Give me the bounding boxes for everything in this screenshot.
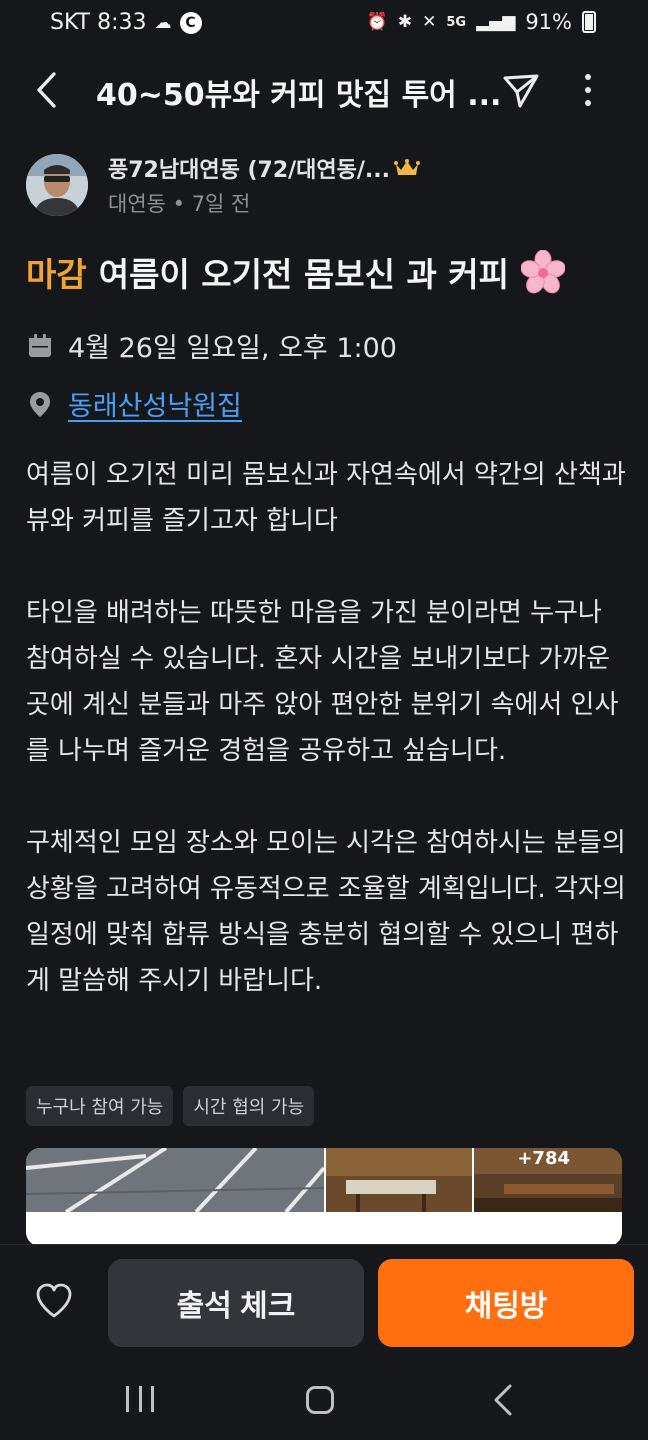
status-left: SKT 8:33 ☁ C [50, 10, 202, 35]
attendance-check-button[interactable]: 출석 체크 [108, 1259, 364, 1347]
share-icon[interactable] [500, 70, 542, 112]
bottom-action-bar: 출석 체크 채팅방 [0, 1244, 648, 1360]
status-right: ⏰ ✱ ✕ 5G ▂▄▆ 91% [367, 10, 596, 34]
weather-icon: ☁ [154, 12, 172, 33]
post-title: 마감 여름이 오기전 몸보신 과 커피 [26, 248, 626, 296]
tag-chip: 누구나 참여 가능 [26, 1086, 174, 1126]
place-photo [326, 1148, 472, 1212]
place-photo [26, 1148, 324, 1212]
chat-room-button[interactable]: 채팅방 [378, 1259, 634, 1347]
post-title-text: 여름이 오기전 몸보신 과 커피 [98, 255, 510, 294]
body-paragraph: 여름이 오기전 미리 몸보신과 자연속에서 약간의 산책과 뷰와 커피를 즐기고… [26, 460, 626, 536]
body-paragraph: 구체적인 모임 장소와 모이는 시각은 참여하시는 분들의 상황을 고려하여 유… [26, 828, 626, 996]
place-photo: +784 [474, 1148, 622, 1212]
nav-back-icon[interactable] [488, 1382, 518, 1418]
bluetooth-icon: ✱ [397, 12, 413, 32]
signal-icon: ▂▄▆ [476, 12, 516, 32]
top-app-bar: 40~50뷰와 커피 맛집 투어 ... [0, 56, 648, 124]
carrier-time: SKT 8:33 [50, 10, 147, 35]
recents-icon[interactable] [126, 1386, 154, 1414]
home-icon[interactable] [306, 1386, 334, 1414]
battery-percent: 91% [525, 10, 572, 34]
author-name-text: 풍72남대연동 (72/대연동/... [108, 158, 391, 183]
alarm-icon: ⏰ [366, 12, 388, 32]
place-link[interactable]: 동래산성낙원집 [68, 384, 242, 423]
photo-more-count: +784 [517, 1148, 570, 1169]
more-vertical-icon[interactable] [568, 68, 608, 112]
system-nav-bar [0, 1360, 648, 1440]
battery-icon [582, 11, 596, 33]
event-place: 동래산성낙원집 [26, 384, 242, 423]
event-date: 4월 26일 일요일, 오후 1:00 [26, 326, 397, 365]
page-title: 40~50뷰와 커피 맛집 투어 ... [96, 78, 502, 113]
place-card-info [26, 1212, 622, 1246]
tag-chip: 시간 협의 가능 [183, 1086, 315, 1126]
calendar-icon [26, 332, 54, 360]
location-pin-icon [26, 390, 54, 418]
cherry-blossom-icon [520, 249, 566, 294]
avatar[interactable] [26, 154, 88, 216]
back-arrow-icon[interactable] [30, 68, 62, 112]
mute-icon: ✕ [422, 12, 437, 32]
author-profile: 풍72남대연동 (72/대연동/... 대연동 • 7일 전 [26, 150, 626, 220]
tag-list: 누구나 참여 가능 시간 협의 가능 [26, 1086, 315, 1126]
author-name[interactable]: 풍72남대연동 (72/대연동/... [108, 152, 421, 184]
crown-icon [394, 158, 421, 178]
event-date-text: 4월 26일 일요일, 오후 1:00 [68, 333, 397, 364]
status-badge: 마감 [26, 255, 87, 294]
post-body: 여름이 오기전 미리 몸보신과 자연속에서 약간의 산책과 뷰와 커피를 즐기고… [26, 452, 626, 1004]
status-bar: SKT 8:33 ☁ C ⏰ ✱ ✕ 5G ▂▄▆ 91% [0, 0, 648, 48]
app-notification-icon: C [179, 11, 202, 34]
author-meta: 대연동 • 7일 전 [108, 192, 251, 216]
network-type: 5G [446, 14, 467, 30]
place-card[interactable]: +784 [26, 1148, 622, 1246]
heart-icon[interactable] [34, 1281, 74, 1321]
body-paragraph: 타인을 배려하는 따뜻한 마음을 가진 분이라면 누구나 참여하실 수 있습니다… [26, 598, 619, 766]
